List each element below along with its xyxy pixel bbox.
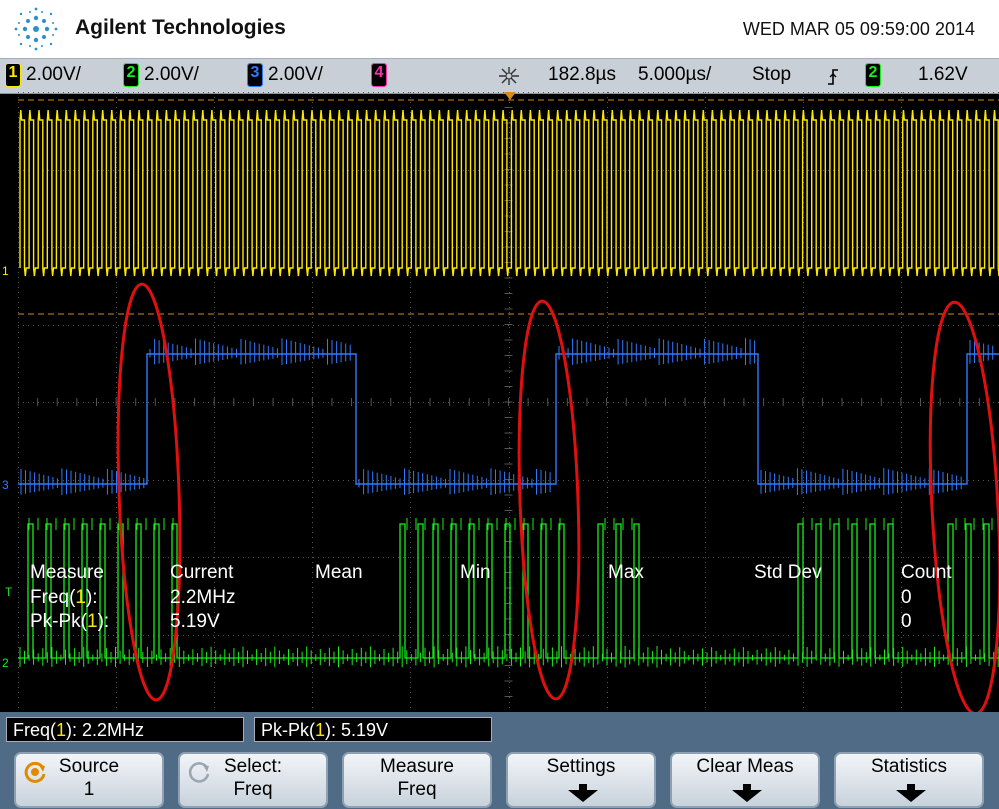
trigger-source[interactable]: 2: [865, 63, 886, 87]
agilent-spark-logo-icon: [14, 7, 58, 51]
down-arrow-icon: [896, 784, 926, 802]
timebase-scale[interactable]: 5.000µs/: [638, 64, 711, 86]
trigger-source-badge: 2: [865, 63, 881, 87]
select-softkey-value: Freq: [233, 779, 273, 800]
date-time: WED MAR 05 09:59:00 2014: [742, 19, 975, 39]
ch1-scale-value: 2.00V/: [26, 64, 81, 85]
pkpk-readout: Pk-Pk(1): 5.19V: [254, 717, 492, 742]
softkey-panel: Freq(1): 2.2MHz Pk-Pk(1): 5.19V Source 1…: [0, 712, 999, 809]
ch3-scale[interactable]: 3 2.00V/: [247, 63, 323, 87]
down-arrow-icon: [568, 784, 598, 802]
meas-row-pkpk-current: 5.19V: [170, 611, 220, 632]
meas-header-min: Min: [460, 562, 491, 583]
source-softkey[interactable]: Source 1: [14, 752, 164, 808]
down-arrow-icon: [732, 784, 762, 802]
graticule-ticks: [18, 92, 980, 697]
statistics-softkey-label: Statistics: [870, 756, 948, 777]
meas-row-pkpk-count: 0: [901, 611, 912, 632]
ch2-ground-marker[interactable]: 2: [2, 656, 9, 670]
annotation-ellipse-3: [928, 300, 999, 712]
clear-meas-softkey[interactable]: Clear Meas: [670, 752, 820, 808]
falling-edge-trigger-icon: [828, 69, 838, 85]
select-softkey[interactable]: Select: Freq: [178, 752, 328, 808]
ch2-waveform: [18, 523, 999, 659]
ch1-scale[interactable]: 1 2.00V/: [5, 63, 81, 87]
settings-softkey[interactable]: Settings: [506, 752, 656, 808]
meas-header-current: Current: [170, 562, 234, 583]
acquisition-icon: [499, 67, 519, 85]
trigger-level-marker[interactable]: T: [5, 585, 12, 599]
meas-header-measure: Measure: [30, 562, 104, 583]
ch1-badge: 1: [5, 63, 21, 87]
meas-header-count: Count: [901, 562, 952, 583]
measure-softkey-label: Measure: [380, 756, 454, 777]
run-state[interactable]: Stop: [752, 64, 791, 86]
select-softkey-label: Select:: [223, 756, 283, 777]
ch4-badge: 4: [371, 63, 387, 87]
freq-readout: Freq(1): 2.2MHz: [6, 717, 244, 742]
meas-row-freq-label: Freq(1):: [30, 587, 98, 608]
measure-freq-softkey[interactable]: Measure Freq: [342, 752, 492, 808]
brand-name: Agilent Technologies: [75, 16, 286, 39]
source-softkey-value: 1: [83, 779, 95, 800]
meas-header-std-dev: Std Dev: [754, 562, 822, 583]
meas-row-freq-count: 0: [901, 587, 912, 608]
annotation-ellipse-2: [517, 299, 581, 701]
clear-meas-softkey-label: Clear Meas: [696, 756, 794, 777]
ch2-scale-value: 2.00V/: [144, 64, 199, 85]
ch2-badge: 2: [123, 63, 139, 87]
ch1-ground-marker[interactable]: 1: [2, 264, 9, 278]
ch4-scale[interactable]: 4: [371, 63, 392, 87]
meas-row-pkpk-label: Pk-Pk(1):: [30, 611, 110, 632]
trigger-position-icon: [504, 92, 516, 100]
waveform-display[interactable]: [18, 92, 999, 712]
ch2-scale[interactable]: 2 2.00V/: [123, 63, 199, 87]
measure-softkey-value: Freq: [397, 779, 437, 800]
meas-header-mean: Mean: [315, 562, 363, 583]
trigger-level[interactable]: 1.62V: [918, 64, 968, 86]
horizontal-delay[interactable]: 182.8µs: [548, 64, 616, 86]
settings-softkey-label: Settings: [546, 756, 616, 777]
meas-header-max: Max: [608, 562, 644, 583]
meas-row-freq-current: 2.2MHz: [170, 587, 236, 608]
statistics-softkey[interactable]: Statistics: [834, 752, 984, 808]
source-softkey-label: Source: [58, 756, 120, 777]
ch3-ground-marker[interactable]: 3: [2, 478, 9, 492]
header-bar: Agilent Technologies WED MAR 05 09:59:00…: [0, 0, 999, 58]
channel-status-bar: 1 2.00V/ 2 2.00V/ 3 2.00V/ 4 182.8µs 5.000µ…: [0, 58, 999, 94]
ch3-badge: 3: [247, 63, 263, 87]
ch3-scale-value: 2.00V/: [268, 64, 323, 85]
